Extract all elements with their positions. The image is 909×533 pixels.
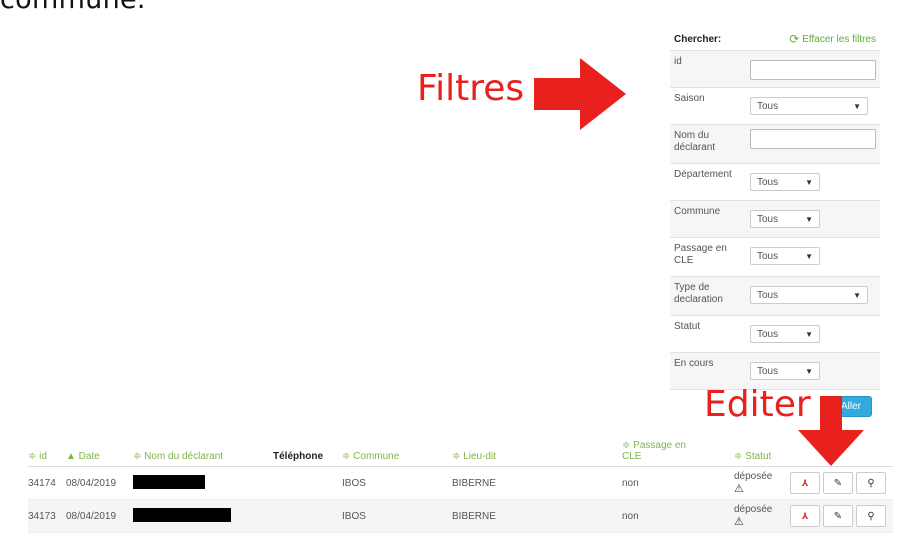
table-header: ≑ id ▲ Date ≑ Nom du déclarant Téléphone… xyxy=(28,428,893,467)
col-header-id[interactable]: ≑ id xyxy=(28,451,66,462)
status-text: déposée xyxy=(734,504,773,515)
annotation-right-arrow-icon xyxy=(534,58,626,130)
caret-down-icon: ▼ xyxy=(805,214,813,224)
row-nom-redacted xyxy=(133,507,273,525)
filter-label: Saison xyxy=(674,93,705,104)
annotation-filtres-label: Filtres xyxy=(417,68,525,109)
filter-row-commune: Commune Tous ▼ xyxy=(670,201,880,238)
refresh-icon: ⟳ xyxy=(789,32,800,46)
col-header-lieu-dit[interactable]: ≑ Lieu-dit xyxy=(452,451,622,462)
declarations-table: ≑ id ▲ Date ≑ Nom du déclarant Téléphone… xyxy=(28,428,893,533)
filter-header: Chercher: ⟳ Effacer les filtres xyxy=(670,28,880,51)
page-heading-fragment: commune. xyxy=(0,0,146,15)
search-icon: ⚲ xyxy=(867,510,875,522)
caret-down-icon: ▼ xyxy=(805,177,813,187)
search-label: Chercher: xyxy=(674,33,722,45)
view-button[interactable]: ⚲ xyxy=(856,472,886,494)
edit-button[interactable]: ✎ xyxy=(823,472,853,494)
id-filter-input[interactable] xyxy=(750,60,876,80)
row-commune: IBOS xyxy=(342,510,366,522)
statut-select[interactable]: Tous ▼ xyxy=(750,325,820,343)
edit-icon: ✎ xyxy=(833,477,843,489)
pdf-icon: ⅄ xyxy=(801,477,809,488)
annotation-editer-label: Editer xyxy=(704,384,811,425)
table-row: 34173 08/04/2019 IBOS BIBERNE non déposé… xyxy=(28,500,893,533)
filter-label: Type de declaration xyxy=(674,282,723,305)
filter-label: Département xyxy=(674,169,732,180)
row-id: 34174 xyxy=(28,477,56,489)
filter-label: Commune xyxy=(674,206,721,217)
row-lieu-dit: BIBERNE xyxy=(452,510,496,522)
filter-row-id: id xyxy=(670,51,880,88)
col-header-date[interactable]: ▲ Date xyxy=(66,451,133,462)
caret-down-icon: ▼ xyxy=(805,329,813,339)
select-value: Tous xyxy=(757,176,779,188)
passage-cle-select[interactable]: Tous ▼ xyxy=(750,247,820,265)
row-date: 08/04/2019 xyxy=(66,510,117,522)
pdf-icon: ⅄ xyxy=(801,510,809,521)
filter-row-saison: Saison Tous ▼ xyxy=(670,88,880,125)
clear-filters-link[interactable]: ⟳ Effacer les filtres xyxy=(789,32,876,46)
filter-label: Nom du déclarant xyxy=(674,130,716,153)
departement-select[interactable]: Tous ▼ xyxy=(750,173,820,191)
row-commune: IBOS xyxy=(342,477,366,489)
row-lieu-dit: BIBERNE xyxy=(452,477,496,489)
select-value: Tous xyxy=(757,213,779,225)
commune-select[interactable]: Tous ▼ xyxy=(750,210,820,228)
row-date: 08/04/2019 xyxy=(66,477,117,489)
en-cours-select[interactable]: Tous ▼ xyxy=(750,362,820,380)
row-actions: ⅄ ✎ ⚲ xyxy=(790,505,893,527)
select-value: Tous xyxy=(757,289,779,301)
select-value: Tous xyxy=(757,365,779,377)
filter-row-nom: Nom du déclarant xyxy=(670,125,880,164)
col-header-commune[interactable]: ≑ Commune xyxy=(342,451,452,462)
table-row: 34174 08/04/2019 IBOS BIBERNE non déposé… xyxy=(28,467,893,500)
nom-declarant-input[interactable] xyxy=(750,129,876,149)
row-statut: déposée ⚠ xyxy=(734,471,790,495)
row-actions: ⅄ ✎ ⚲ xyxy=(790,472,893,494)
search-icon: ⚲ xyxy=(867,477,875,489)
col-header-nom[interactable]: ≑ Nom du déclarant xyxy=(133,451,273,462)
col-header-statut[interactable]: ≑ Statut xyxy=(734,451,790,462)
filter-row-departement: Département Tous ▼ xyxy=(670,164,880,201)
saison-select[interactable]: Tous ▼ xyxy=(750,97,868,115)
clear-filters-label: Effacer les filtres xyxy=(802,33,876,45)
filter-panel: Chercher: ⟳ Effacer les filtres id Saiso… xyxy=(670,28,880,420)
select-value: Tous xyxy=(757,100,779,112)
row-passage: non xyxy=(622,510,639,522)
row-nom-redacted xyxy=(133,474,273,492)
col-header-passage[interactable]: ≑ Passage en CLE xyxy=(622,440,702,462)
col-header-telephone: Téléphone xyxy=(273,451,324,462)
caret-down-icon: ▼ xyxy=(853,101,861,111)
edit-button[interactable]: ✎ xyxy=(823,505,853,527)
pdf-button[interactable]: ⅄ xyxy=(790,472,820,494)
type-declaration-select[interactable]: Tous ▼ xyxy=(750,286,868,304)
pdf-button[interactable]: ⅄ xyxy=(790,505,820,527)
row-id: 34173 xyxy=(28,510,56,522)
view-button[interactable]: ⚲ xyxy=(856,505,886,527)
filter-row-passage: Passage en CLE Tous ▼ xyxy=(670,238,880,277)
row-statut: déposée ⚠ xyxy=(734,504,790,528)
select-value: Tous xyxy=(757,250,779,262)
caret-down-icon: ▼ xyxy=(805,366,813,376)
edit-icon: ✎ xyxy=(833,510,843,522)
warning-icon: ⚠ xyxy=(734,516,744,528)
row-passage: non xyxy=(622,477,639,489)
filter-label: Passage en CLE xyxy=(674,243,727,266)
status-text: déposée xyxy=(734,471,773,482)
filter-row-type: Type de declaration Tous ▼ xyxy=(670,277,880,316)
filter-label: id xyxy=(674,56,682,67)
select-value: Tous xyxy=(757,328,779,340)
caret-down-icon: ▼ xyxy=(805,251,813,261)
filter-label: Statut xyxy=(674,321,701,332)
filter-row-statut: Statut Tous ▼ xyxy=(670,316,880,353)
caret-down-icon: ▼ xyxy=(853,290,861,300)
warning-icon: ⚠ xyxy=(734,483,744,495)
